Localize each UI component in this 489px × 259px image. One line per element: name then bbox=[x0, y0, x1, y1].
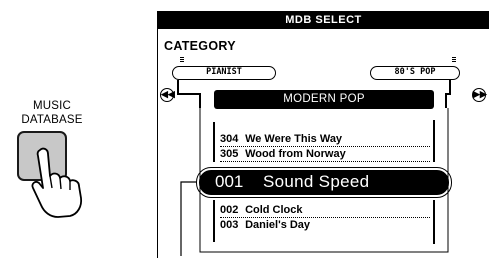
selected-song-name: Sound Speed bbox=[263, 172, 370, 191]
current-category: MODERN POP bbox=[214, 90, 434, 109]
song-number: 304 bbox=[220, 133, 239, 145]
list-item: 002 Cold Clock bbox=[220, 204, 303, 217]
music-database-label-line1: MUSIC bbox=[32, 100, 72, 112]
list-item: 304 We Were This Way bbox=[220, 133, 342, 146]
song-name: We Were This Way bbox=[245, 133, 343, 145]
category-next: 80'S POP bbox=[370, 66, 460, 80]
tick-mark bbox=[452, 61, 456, 62]
list-item: 305 Wood from Norway bbox=[220, 148, 346, 161]
tick-mark bbox=[452, 59, 456, 60]
music-database-label: MUSIC DATABASE bbox=[4, 99, 100, 127]
tick-mark bbox=[180, 61, 184, 62]
tick-mark bbox=[180, 57, 184, 58]
row-divider bbox=[220, 217, 430, 218]
selected-song-number: 001 bbox=[215, 172, 244, 191]
category-label: CATEGORY bbox=[164, 39, 236, 53]
fast-forward-icon: ▶▶ bbox=[472, 88, 487, 102]
lcd-screen: MDB SELECT CATEGORY PIANIST 80'S POP ◀◀ … bbox=[157, 11, 489, 258]
category-prev: PIANIST bbox=[172, 66, 276, 80]
song-name: Daniel's Day bbox=[245, 219, 311, 231]
selected-song: 001 Sound Speed bbox=[199, 170, 449, 195]
song-number: 002 bbox=[220, 204, 239, 216]
screen-header: MDB SELECT bbox=[158, 12, 489, 29]
song-number: 003 bbox=[220, 219, 239, 231]
music-database-label-line2: DATABASE bbox=[21, 114, 83, 126]
row-divider bbox=[220, 146, 430, 147]
tick-mark bbox=[180, 59, 184, 60]
pointing-hand-icon bbox=[31, 147, 83, 218]
song-number: 305 bbox=[220, 148, 239, 160]
tick-mark bbox=[452, 57, 456, 58]
row-divider bbox=[220, 161, 430, 162]
list-item: 003 Daniel's Day bbox=[220, 219, 310, 232]
song-name: Wood from Norway bbox=[245, 148, 346, 160]
rewind-icon: ◀◀ bbox=[160, 88, 175, 102]
song-name: Cold Clock bbox=[245, 204, 303, 216]
